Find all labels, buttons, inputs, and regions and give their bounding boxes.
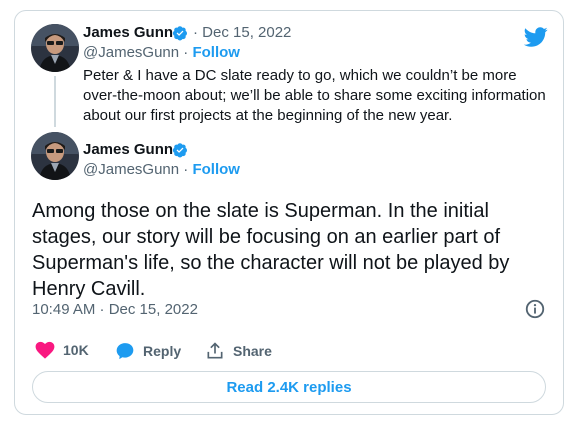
author-handle[interactable]: @JamesGunn [83, 44, 179, 61]
verified-badge-icon [172, 143, 187, 158]
reply-label: Reply [143, 343, 182, 359]
author-handle-line: @JamesGunn · Follow [83, 44, 240, 61]
share-label: Share [233, 343, 272, 359]
tweet-text: Among those on the slate is Superman. In… [32, 200, 510, 300]
thread-connector-line [54, 76, 56, 127]
share-icon [207, 342, 223, 359]
tweet-date[interactable]: · Dec 15, 2022 [193, 24, 291, 42]
follow-button[interactable]: Follow [192, 161, 240, 178]
author-handle[interactable]: @JamesGunn [83, 161, 179, 178]
read-replies-button[interactable]: Read 2.4K replies [32, 371, 546, 403]
heart-icon [35, 341, 55, 359]
follow-button[interactable]: Follow [192, 44, 240, 61]
author-name[interactable]: James Gunn [83, 24, 173, 42]
avatar[interactable] [31, 24, 79, 72]
quoted-tweet-text: Peter & I have a DC slate ready to go, w… [83, 67, 546, 124]
share-button[interactable]: Share [205, 341, 272, 361]
reply-bubble-icon [116, 343, 134, 360]
like-count: 10K [63, 342, 89, 358]
like-button[interactable]: 10K [35, 341, 89, 359]
reply-button[interactable]: Reply [115, 341, 181, 361]
twitter-bird-icon[interactable] [524, 25, 548, 49]
verified-badge-icon [172, 26, 187, 41]
author-handle-line: @JamesGunn · Follow [83, 161, 240, 178]
info-icon[interactable] [524, 298, 546, 320]
author-name[interactable]: James Gunn [83, 141, 173, 159]
tweet-embed-card: James Gunn · Dec 15, 2022 @JamesGunn · F… [14, 10, 564, 415]
avatar[interactable] [31, 132, 79, 180]
tweet-timestamp[interactable]: 10:49 AM · Dec 15, 2022 [32, 301, 198, 319]
